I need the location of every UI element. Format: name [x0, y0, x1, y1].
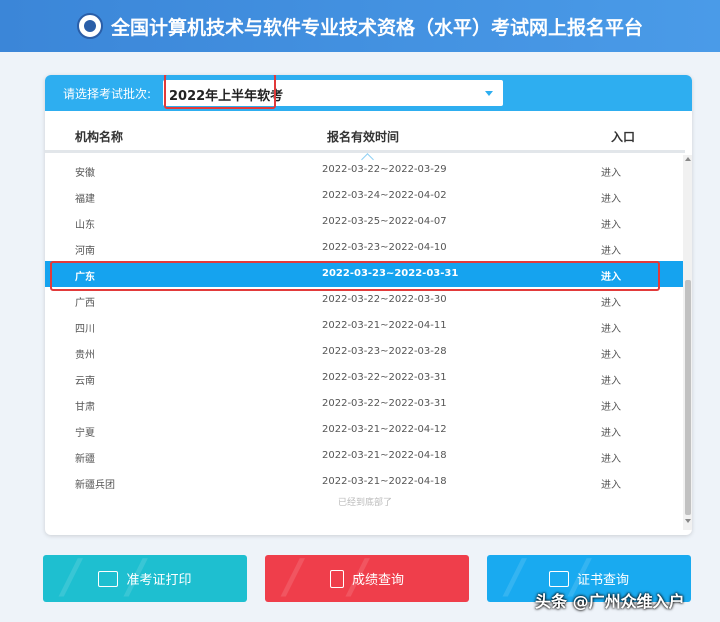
registration-period: 2022-03-23~2022-03-28 — [322, 346, 447, 357]
table-row[interactable]: 河南 2022-03-23~2022-04-10 进入 — [45, 235, 685, 261]
table-row[interactable]: 新疆兵团 2022-03-21~2022-04-18 进入 — [45, 469, 685, 495]
certificate-icon — [548, 570, 569, 587]
enter-link[interactable]: 进入 — [601, 320, 621, 335]
org-name: 新疆兵团 — [75, 480, 115, 491]
org-name: 云南 — [75, 376, 95, 387]
enter-link[interactable]: 进入 — [601, 476, 621, 491]
table-row[interactable]: 甘肃 2022-03-22~2022-03-31 进入 — [45, 391, 685, 417]
scrollbar-up-arrow-icon[interactable] — [685, 157, 691, 161]
registration-period: 2022-03-22~2022-03-31 — [322, 398, 447, 409]
enter-link[interactable]: 进入 — [601, 424, 621, 439]
enter-link[interactable]: 进入 — [601, 216, 621, 231]
header-divider — [45, 150, 685, 153]
watermark: 头条 @广州众维入户 — [535, 592, 685, 611]
registration-period: 2022-03-22~2022-03-30 — [322, 294, 447, 305]
batch-selector-bar: 请选择考试批次: 2022年上半年软考 — [45, 75, 692, 111]
enter-link[interactable]: 进入 — [601, 372, 621, 387]
org-name: 福建 — [75, 194, 95, 205]
org-name: 河南 — [75, 246, 95, 257]
chevron-down-icon[interactable] — [485, 91, 493, 96]
page-title: 全国计算机技术与软件专业技术资格（水平）考试网上报名平台 — [110, 16, 643, 39]
batch-selector-label: 请选择考试批次: — [63, 87, 152, 101]
table-header: 机构名称 报名有效时间 入口 — [45, 119, 692, 151]
org-name: 广西 — [75, 298, 95, 309]
registration-period: 2022-03-21~2022-04-11 — [322, 320, 447, 331]
org-name: 宁夏 — [75, 428, 95, 439]
table-row[interactable]: 宁夏 2022-03-21~2022-04-12 进入 — [45, 417, 685, 443]
enter-link[interactable]: 进入 — [601, 242, 621, 257]
enter-link[interactable]: 进入 — [601, 346, 621, 361]
registration-period: 2022-03-21~2022-04-12 — [322, 424, 447, 435]
table-row[interactable]: 云南 2022-03-22~2022-03-31 进入 — [45, 365, 685, 391]
enter-link[interactable]: 进入 — [601, 294, 621, 309]
enter-link[interactable]: 进入 — [601, 190, 621, 205]
table-row[interactable]: 贵州 2022-03-23~2022-03-28 进入 — [45, 339, 685, 365]
registration-period: 2022-03-21~2022-04-18 — [322, 450, 447, 461]
logo-icon — [76, 13, 103, 39]
column-header-entry: 入口 — [611, 130, 636, 144]
scrollbar-down-arrow-icon[interactable] — [685, 519, 691, 523]
org-name: 山东 — [75, 220, 95, 231]
table-row[interactable]: 山东 2022-03-25~2022-04-07 进入 — [45, 209, 685, 235]
table-row[interactable]: 福建 2022-03-24~2022-04-02 进入 — [45, 183, 685, 209]
enter-link[interactable]: 进入 — [601, 450, 621, 465]
column-header-org: 机构名称 — [75, 130, 124, 144]
org-name: 四川 — [75, 324, 95, 335]
registration-period: 2022-03-25~2022-04-07 — [322, 216, 447, 227]
admit-card-print-button[interactable]: / / 准考证打印 — [43, 555, 247, 602]
registration-period: 2022-03-24~2022-04-02 — [322, 190, 447, 201]
end-of-list-note: 已经到底部了 — [337, 498, 392, 508]
registration-panel: 请选择考试批次: 2022年上半年软考 机构名称 报名有效时间 入口 安徽 202… — [45, 75, 692, 535]
table-row[interactable]: 安徽 2022-03-22~2022-03-29 进入 — [45, 157, 685, 183]
column-header-period: 报名有效时间 — [327, 130, 400, 144]
scrollbar-thumb[interactable] — [685, 280, 691, 515]
table-row[interactable]: 四川 2022-03-21~2022-04-11 进入 — [45, 313, 685, 339]
registration-period: 2022-03-21~2022-04-18 — [322, 476, 447, 487]
org-name: 新疆 — [75, 454, 95, 465]
score-query-button[interactable]: / / 成绩查询 — [265, 555, 469, 602]
document-search-icon — [329, 569, 344, 588]
id-card-icon — [98, 570, 119, 587]
org-name: 贵州 — [75, 350, 95, 361]
registration-period: 2022-03-23~2022-04-10 — [322, 242, 447, 253]
page-header: 全国计算机技术与软件专业技术资格（水平）考试网上报名平台 — [0, 0, 720, 52]
registration-period: 2022-03-22~2022-03-29 — [322, 164, 447, 175]
org-name: 安徽 — [75, 168, 95, 179]
org-name: 甘肃 — [75, 402, 95, 413]
selector-highlight-box — [164, 75, 276, 109]
registration-period: 2022-03-22~2022-03-31 — [322, 372, 447, 383]
enter-link[interactable]: 进入 — [601, 164, 621, 179]
enter-link[interactable]: 进入 — [601, 398, 621, 413]
row-highlight-box — [50, 261, 660, 291]
table-row[interactable]: 新疆 2022-03-21~2022-04-18 进入 — [45, 443, 685, 469]
